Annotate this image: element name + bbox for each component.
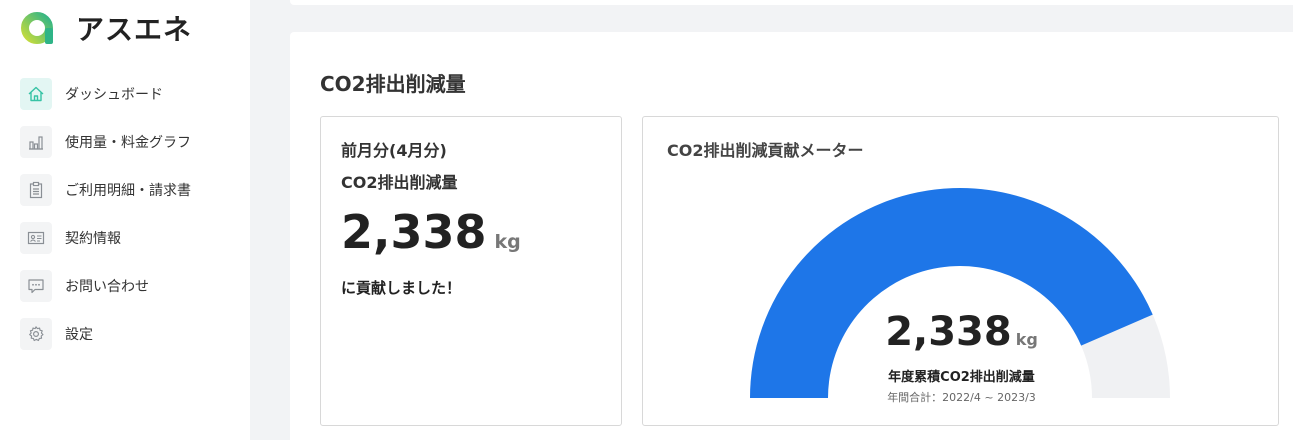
logo-mark-icon (21, 12, 53, 44)
sidebar-item-dashboard[interactable]: ダッシュボード (20, 78, 191, 110)
contribution-message: に貢献しました！ (341, 279, 462, 297)
sidebar-item-contract[interactable]: 契約情報 (20, 222, 191, 254)
monthly-reduction-card: 前月分(4月分) CO2排出削減量 2,338 kg に貢献しました！ (320, 116, 622, 426)
clipboard-icon (20, 174, 52, 206)
sidebar-item-statements[interactable]: ご利用明細・請求書 (20, 174, 191, 206)
page-title: CO2排出削減量 (320, 72, 466, 96)
gauge-value: 2,338 (885, 309, 1012, 355)
contribution-meter-card: CO2排出削減貢献メーター 2,338 kg 年度累積CO2排出削減量 年間合計：… (642, 116, 1279, 426)
sidebar-item-label: 契約情報 (65, 231, 121, 247)
id-card-icon (20, 222, 52, 254)
chat-icon (20, 270, 52, 302)
gauge (750, 187, 1170, 398)
home-icon (20, 78, 52, 110)
monthly-unit: kg (494, 231, 521, 253)
sidebar: アスエネ ダッシュボード 使用量・料金グラフ ご利用明細・請求書 契約情報 お問… (0, 0, 250, 440)
meter-title: CO2排出削減貢献メーター (667, 141, 864, 160)
gauge-period: 年間合計：2022/4 ~ 2023/3 (887, 391, 1036, 404)
gear-icon (20, 318, 52, 350)
sidebar-item-contact[interactable]: お問い合わせ (20, 270, 191, 302)
sidebar-nav: ダッシュボード 使用量・料金グラフ ご利用明細・請求書 契約情報 お問い合わせ (20, 78, 191, 366)
top-panel-edge (290, 0, 1293, 5)
monthly-value-row: 2,338 kg (341, 205, 521, 259)
monthly-value: 2,338 (341, 205, 487, 259)
period-label: 前月分(4月分) (341, 141, 447, 160)
logo-text: アスエネ (76, 13, 193, 46)
bar-chart-icon (20, 126, 52, 158)
sidebar-item-usage-graph[interactable]: 使用量・料金グラフ (20, 126, 191, 158)
sidebar-item-label: 使用量・料金グラフ (65, 135, 191, 151)
gauge-label: 年度累積CO2排出削減量 (888, 370, 1035, 385)
sidebar-item-settings[interactable]: 設定 (20, 318, 191, 350)
gauge-value-row: 2,338 kg (643, 309, 1278, 355)
sidebar-item-label: ご利用明細・請求書 (65, 183, 191, 199)
metric-label: CO2排出削減量 (341, 173, 458, 192)
app-logo[interactable]: アスエネ (20, 10, 192, 46)
gauge-unit: kg (1015, 330, 1038, 349)
sidebar-item-label: 設定 (65, 327, 93, 343)
sidebar-item-label: ダッシュボード (65, 87, 163, 103)
co2-reduction-panel: CO2排出削減量 前月分(4月分) CO2排出削減量 2,338 kg に貢献しま… (290, 32, 1293, 440)
sidebar-item-label: お問い合わせ (65, 279, 149, 295)
